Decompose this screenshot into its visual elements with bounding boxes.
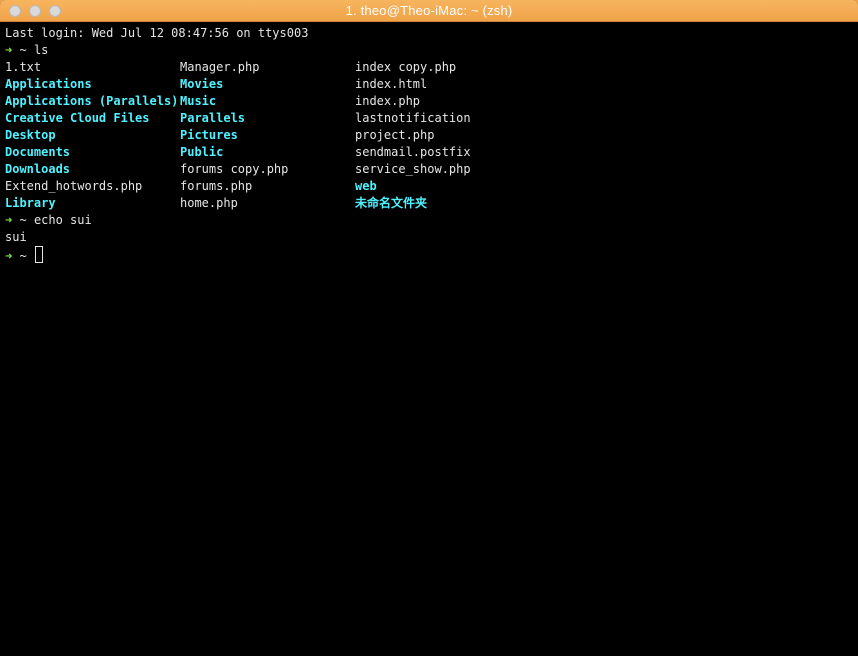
directory-entry: Pictures bbox=[180, 128, 238, 142]
terminal-output[interactable]: Last login: Wed Jul 12 08:47:56 on ttys0… bbox=[0, 22, 850, 656]
file-entry: sendmail.postfix bbox=[355, 145, 471, 159]
ls-row: 1.txt Manager.php index copy.php bbox=[5, 59, 850, 76]
text-cursor bbox=[34, 246, 43, 263]
file-entry: forums.php bbox=[180, 179, 253, 193]
file-entry: index.html bbox=[355, 77, 428, 91]
directory-entry: Desktop bbox=[5, 128, 56, 142]
ls-row: Creative Cloud Files Parallels lastnotific… bbox=[5, 110, 850, 127]
ls-row: Applications Movies index.html bbox=[5, 76, 850, 93]
file-entry: index copy.php bbox=[355, 60, 457, 74]
directory-entry: web bbox=[355, 179, 377, 193]
scrollbar[interactable] bbox=[850, 22, 858, 656]
file-entry: Extend_hotwords.php bbox=[5, 179, 143, 193]
command-text: ls bbox=[33, 43, 49, 57]
command-output: sui bbox=[5, 230, 27, 244]
ls-row: Documents Public sendmail.postfix bbox=[5, 144, 850, 161]
ls-output: 1.txt Manager.php index copy.php Applicatio… bbox=[5, 59, 850, 212]
prompt-line-echo: ➜ ~ echo sui bbox=[5, 212, 850, 229]
directory-entry: Applications bbox=[5, 77, 92, 91]
prompt-dir: ~ bbox=[19, 213, 27, 227]
directory-entry: Library bbox=[5, 196, 56, 210]
command-text: echo sui bbox=[33, 213, 92, 227]
directory-entry: Parallels bbox=[180, 111, 246, 125]
prompt-arrow-icon: ➜ bbox=[5, 213, 13, 227]
last-login-line: Last login: Wed Jul 12 08:47:56 on ttys0… bbox=[5, 26, 309, 40]
directory-entry: Documents bbox=[5, 145, 71, 159]
file-entry: service_show.php bbox=[355, 162, 471, 176]
title-bar[interactable]: 1. theo@Theo-iMac: ~ (zsh) bbox=[0, 0, 858, 22]
prompt-arrow-icon: ➜ bbox=[5, 249, 13, 263]
directory-entry: Movies bbox=[180, 77, 224, 91]
terminal-window: 1. theo@Theo-iMac: ~ (zsh) Last login: W… bbox=[0, 0, 858, 656]
prompt-dir: ~ bbox=[19, 43, 27, 57]
active-prompt-line[interactable]: ➜ ~ bbox=[5, 246, 850, 263]
file-entry: 1.txt bbox=[5, 60, 42, 74]
ls-row: Downloads forums copy.php service_show.php bbox=[5, 161, 850, 178]
ls-row: Desktop Pictures project.php bbox=[5, 127, 850, 144]
directory-entry: Music bbox=[180, 94, 217, 108]
prompt-dir: ~ bbox=[19, 249, 27, 263]
file-entry: index.php bbox=[355, 94, 421, 108]
directory-entry: Applications (Parallels) bbox=[5, 94, 179, 108]
window-title: 1. theo@Theo-iMac: ~ (zsh) bbox=[345, 3, 513, 18]
file-entry: project.php bbox=[355, 128, 435, 142]
file-entry: lastnotification bbox=[355, 111, 471, 125]
file-entry: forums copy.php bbox=[180, 162, 289, 176]
directory-entry: Public bbox=[180, 145, 224, 159]
ls-row: Extend_hotwords.php forums.php web bbox=[5, 178, 850, 195]
directory-entry: 未命名文件夹 bbox=[355, 196, 428, 210]
ls-row: Library home.php 未命名文件夹 bbox=[5, 195, 850, 212]
ls-row: Applications (Parallels) Music index.php bbox=[5, 93, 850, 110]
directory-entry: Creative Cloud Files bbox=[5, 111, 150, 125]
directory-entry: Downloads bbox=[5, 162, 71, 176]
prompt-arrow-icon: ➜ bbox=[5, 43, 13, 57]
file-entry: home.php bbox=[180, 196, 238, 210]
prompt-line-ls: ➜ ~ ls bbox=[5, 42, 850, 59]
file-entry: Manager.php bbox=[180, 60, 260, 74]
